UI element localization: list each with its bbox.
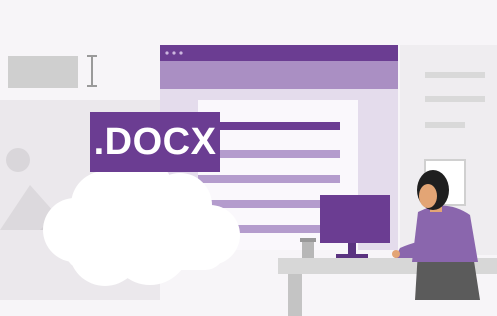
grey-input-bar [8,56,78,88]
coffee-cup-icon [300,238,316,258]
window-titlebar [160,45,398,61]
docx-badge-label: .DOCX [93,120,217,163]
illustration-canvas [0,0,497,316]
illustration: .DOCX [0,0,497,316]
